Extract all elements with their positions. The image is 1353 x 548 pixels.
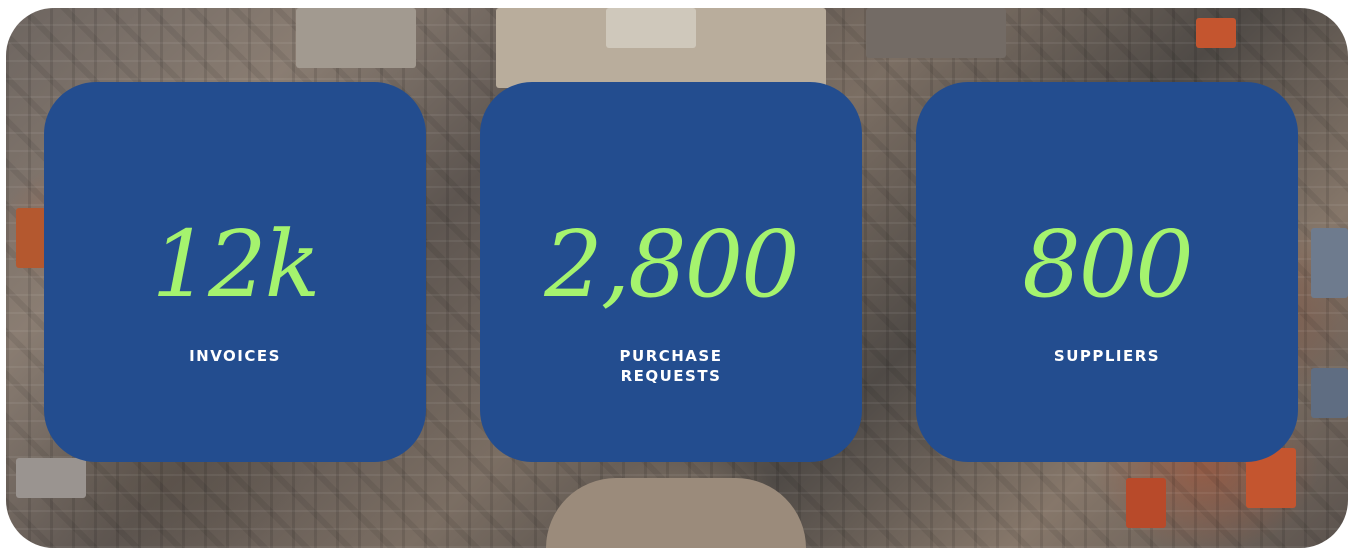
- background-building: [1196, 18, 1236, 48]
- stat-label: INVOICES: [135, 346, 335, 366]
- stat-label-line: SUPPLIERS: [1053, 347, 1161, 365]
- background-building: [1126, 478, 1166, 528]
- stat-label-line: PURCHASE: [619, 347, 723, 365]
- background-building: [296, 8, 416, 68]
- background-building: [1311, 228, 1348, 298]
- stat-label-line: REQUESTS: [620, 367, 722, 385]
- background-building: [866, 8, 1006, 58]
- background-building: [1311, 368, 1348, 418]
- background-building: [16, 208, 46, 268]
- stat-label: PURCHASE REQUESTS: [571, 346, 771, 386]
- stat-label-line: INVOICES: [189, 347, 281, 365]
- stat-card-suppliers: 800 SUPPLIERS: [916, 82, 1298, 462]
- stat-label: SUPPLIERS: [1007, 346, 1207, 366]
- background-building: [546, 478, 806, 548]
- stat-value: 12k: [151, 211, 321, 318]
- stat-card-invoices: 12k INVOICES: [44, 82, 426, 462]
- stat-card-purchase-requests: 2,800 PURCHASE REQUESTS: [480, 82, 862, 462]
- stat-value: 800: [1022, 211, 1194, 318]
- background-building: [16, 458, 86, 498]
- background-building: [606, 8, 696, 48]
- stat-value: 2,800: [544, 211, 799, 318]
